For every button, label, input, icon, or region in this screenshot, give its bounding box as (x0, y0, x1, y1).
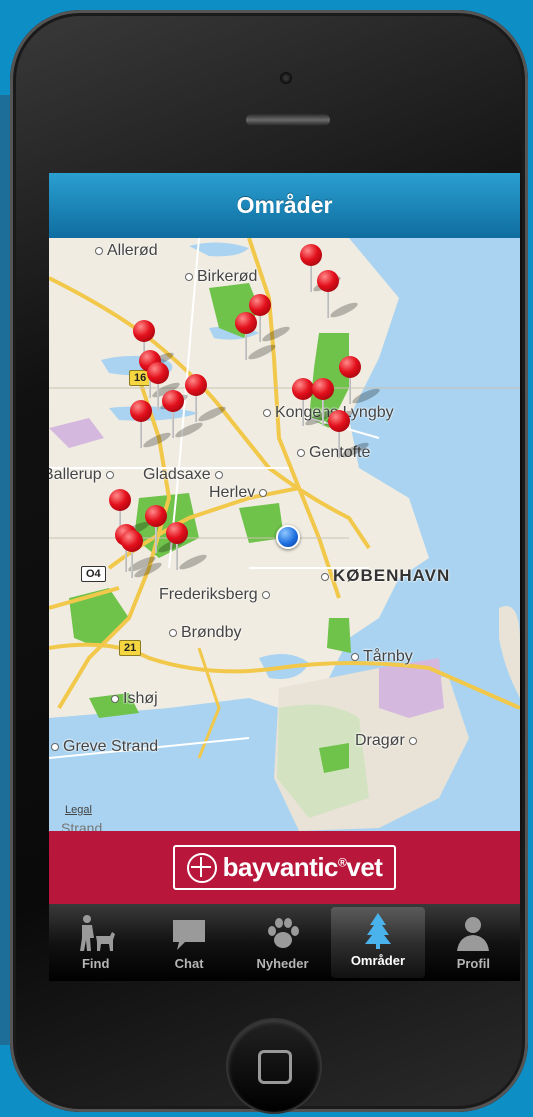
map-label-herlev: Herlev (209, 484, 271, 502)
tab-profil[interactable]: Profil (427, 904, 520, 981)
front-camera (280, 72, 292, 84)
map-pin[interactable] (317, 270, 360, 320)
map-label-allerod: Allerød (95, 242, 158, 260)
map-pin[interactable] (235, 312, 278, 362)
map-label-ballerup: Ballerup (49, 466, 118, 484)
bayer-cross-icon (186, 852, 217, 883)
home-button[interactable] (228, 1020, 320, 1112)
map-label-partial: Strand (61, 820, 103, 831)
tab-find[interactable]: Find (49, 904, 142, 981)
map-pin[interactable] (130, 400, 173, 450)
map-label-gladsaxe: Gladsaxe (143, 466, 227, 484)
map-label-ishoj: Ishøj (111, 690, 158, 708)
map-pin[interactable] (166, 522, 209, 572)
map-label-greve-strand: Greve Strand (51, 738, 158, 756)
map-pin[interactable] (121, 530, 164, 580)
tab-bar: Find Chat Nyheder Områder Profil (49, 904, 520, 981)
map-label-brondby: Brøndby (169, 624, 241, 642)
paw-icon (263, 914, 303, 952)
page-title: Områder (236, 192, 333, 218)
brand-logo: bayvantic®vet (172, 845, 397, 890)
chat-bubble-icon (169, 914, 209, 952)
map-label-kobenhavn: KØBENHAVN (321, 566, 450, 586)
person-with-dog-icon (76, 914, 116, 952)
iphone-frame: Områder Allerød Birkerød Kongens Lyngby … (10, 10, 528, 1112)
map-label-frederiksberg: Frederiksberg (159, 586, 274, 604)
navigation-bar: Områder (49, 173, 520, 238)
tree-icon (358, 911, 398, 949)
road-shield-21: 21 (119, 640, 142, 656)
earpiece-speaker (246, 114, 330, 126)
map-label-tarnby: Tårnby (351, 648, 413, 666)
ad-banner[interactable]: bayvantic®vet (49, 831, 520, 904)
tab-nyheder[interactable]: Nyheder (236, 904, 329, 981)
map-label-dragor: Dragør (355, 732, 421, 750)
user-location-dot (276, 525, 300, 549)
road-shield-o4: O4 (81, 566, 106, 582)
person-silhouette-icon (453, 914, 493, 952)
map-label-birkerod: Birkerød (185, 268, 257, 286)
app-screen: Områder Allerød Birkerød Kongens Lyngby … (49, 173, 520, 981)
map-pin[interactable] (328, 410, 371, 460)
tab-chat[interactable]: Chat (142, 904, 235, 981)
map-pin[interactable] (185, 374, 228, 424)
map-view[interactable]: Allerød Birkerød Kongens Lyngby Gentofte… (49, 238, 520, 831)
tab-omrader[interactable]: Områder (331, 907, 425, 978)
map-pin[interactable] (339, 356, 382, 406)
legal-link[interactable]: Legal (65, 804, 92, 816)
